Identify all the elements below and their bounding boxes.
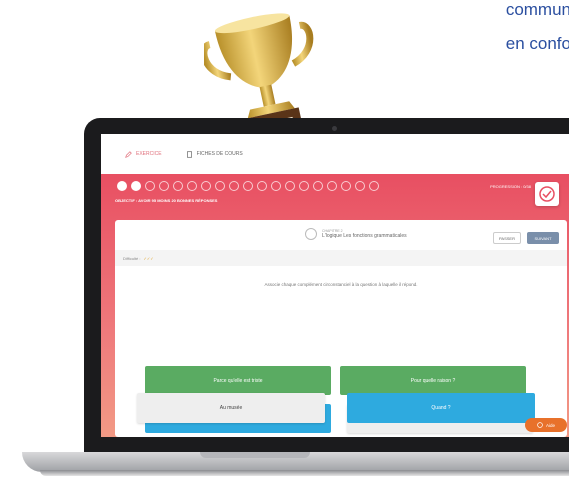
progress-dot[interactable] (229, 181, 239, 191)
difficulty-marks: ✓✓✓ (143, 255, 154, 261)
help-button[interactable]: Aide (525, 418, 567, 432)
badge-icon (535, 182, 559, 206)
difficulty-label: Difficulté : (123, 255, 141, 261)
instruction-text: Associe chaque complément circonstanciel… (264, 282, 418, 287)
progress-dot[interactable] (257, 181, 267, 191)
next-button[interactable]: SUIVANT (527, 232, 559, 244)
progress-dot[interactable] (327, 181, 337, 191)
difficulty-bar: Difficulté : ✓✓✓ (115, 250, 567, 266)
progress-dot[interactable] (117, 181, 127, 191)
tab-fiches-de-cours[interactable]: FICHES DE COURS (186, 150, 243, 158)
help-icon (537, 422, 543, 428)
answer-5[interactable]: Au musée (137, 393, 325, 423)
tab-exercice-label: EXERCICE (136, 151, 162, 157)
progress-dot[interactable] (159, 181, 169, 191)
top-bar: EXERCICE FICHES DE COURS (101, 134, 569, 174)
progress-dot[interactable] (201, 181, 211, 191)
progress-dot[interactable] (131, 181, 141, 191)
progress-dot[interactable] (313, 181, 323, 191)
answer-1[interactable]: Parce qu'elle est triste (145, 366, 331, 395)
progress-dot[interactable] (341, 181, 351, 191)
progress-dots (117, 181, 379, 191)
pencil-icon (125, 150, 132, 158)
laptop-base-edge (40, 470, 569, 476)
pass-button[interactable]: PASSER (493, 232, 521, 244)
caption-line-1: commun (505, 0, 569, 19)
progress-dot[interactable] (243, 181, 253, 191)
progress-dot[interactable] (271, 181, 281, 191)
progress-dot[interactable] (285, 181, 295, 191)
progress-dot[interactable] (355, 181, 365, 191)
laptop-notch (200, 452, 310, 458)
progress-dot[interactable] (145, 181, 155, 191)
chapter-header: CHAPITRE 2 L'logique Les fonctions gramm… (305, 228, 407, 240)
chapter-name: L'logique Les fonctions grammaticales (322, 233, 407, 239)
progress-label: PROGRESSION : 0/38 (490, 184, 531, 189)
tab-exercice[interactable]: EXERCICE (125, 150, 162, 158)
progress-dot[interactable] (173, 181, 183, 191)
tab-fiches-label: FICHES DE COURS (196, 151, 243, 157)
progress-dot[interactable] (299, 181, 309, 191)
answer-6[interactable]: Quand ? (347, 393, 535, 423)
progress-dot[interactable] (215, 181, 225, 191)
answer-2[interactable]: Pour quelle raison ? (340, 366, 526, 395)
help-label: Aide (545, 422, 555, 428)
progress-dot[interactable] (187, 181, 197, 191)
objective-label: OBJECTIF : AVOIR 95 MOINS 20 BONNES RÉPO… (115, 198, 218, 203)
laptop-screen: EXERCICE FICHES DE COURS PROGRESSION : 0… (101, 134, 569, 437)
laptop-camera (332, 126, 337, 131)
caption-line-2: en confo (505, 34, 569, 53)
chapter-icon (305, 228, 317, 240)
progress-dot[interactable] (369, 181, 379, 191)
document-icon (186, 150, 192, 158)
